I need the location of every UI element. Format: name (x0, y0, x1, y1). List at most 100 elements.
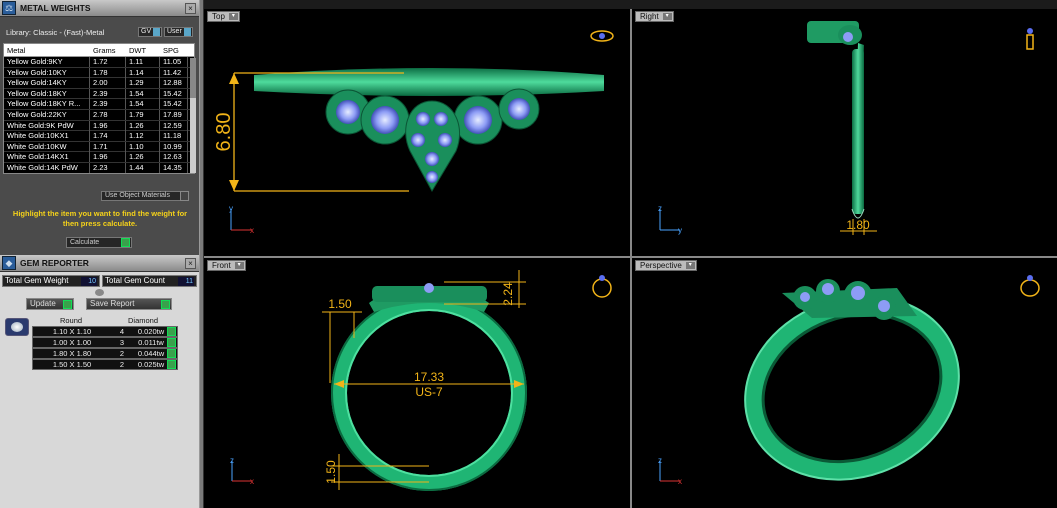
chevron-down-icon[interactable]: ▾ (662, 13, 672, 20)
viewport-front-tab[interactable]: Front ▾ (207, 260, 246, 271)
gem-reporter-titlebar: ◆ GEM REPORTER × (0, 255, 199, 272)
table-cell: White Gold:14KX1 (4, 152, 90, 163)
table-cell: White Gold:9K PdW (4, 120, 90, 131)
gem-row[interactable]: 1.10 X 1.10 4 0.020tw (32, 326, 178, 337)
table-cell: Yellow Gold:22KY (4, 109, 90, 120)
gv-toggle[interactable]: GV (138, 27, 162, 37)
total-gem-weight-label: Total Gem Weight (5, 276, 69, 285)
play-icon[interactable] (167, 327, 176, 336)
table-cell: 12.88 (160, 78, 188, 89)
table-cell: 1.26 (126, 120, 160, 131)
chevron-down-icon[interactable]: ▾ (234, 262, 244, 269)
chevron-down-icon[interactable]: ▾ (228, 13, 238, 20)
type-header: Diamond (127, 316, 158, 325)
table-cell: 1.71 (90, 141, 126, 152)
close-icon[interactable]: × (185, 3, 196, 14)
viewport-label: Right (640, 12, 659, 21)
gem (411, 133, 425, 147)
table-row[interactable]: White Gold:14KX1 1.96 1.26 12.63 (4, 152, 194, 163)
gem-reporter-icon: ◆ (2, 256, 16, 270)
gem-cell: 2 (119, 349, 125, 358)
column-header[interactable]: Grams (90, 44, 126, 57)
dim-width-label: 1.80 (846, 218, 870, 232)
table-cell: Yellow Gold:9KY (4, 57, 90, 67)
viewport-perspective[interactable]: zx Perspective ▾ (632, 258, 1057, 508)
table-header: Metal Grams DWT SPG (4, 44, 194, 57)
total-gem-count-value: 11 (178, 277, 194, 286)
ring-band (254, 68, 604, 96)
viewport-top[interactable]: 6.80 y x Top ▾ (204, 9, 630, 256)
save-report-button[interactable]: Save Report (86, 298, 172, 310)
column-header[interactable]: Metal (4, 44, 90, 57)
total-gem-count: Total Gem Count 11 (102, 275, 197, 287)
viewport-right[interactable]: 1.80 z y Right ▾ (632, 9, 1057, 256)
play-icon[interactable] (167, 349, 176, 358)
gem-row[interactable]: 1.80 X 1.80 2 0.044tw (32, 348, 178, 359)
gem (371, 106, 399, 134)
table-row[interactable]: Yellow Gold:10KY 1.78 1.14 11.42 (4, 67, 194, 79)
table-cell: 11.18 (160, 131, 188, 142)
update-button[interactable]: Update (26, 298, 74, 310)
instruction-text: Highlight the item you want to find the … (12, 209, 188, 228)
metal-weights-table[interactable]: Metal Grams DWT SPG Yellow Gold:9KY 1.72 1.11… (3, 43, 195, 174)
ring-size-label: US-7 (415, 385, 443, 399)
table-scrollbar[interactable] (190, 58, 196, 173)
calculate-label: Calculate (70, 239, 100, 246)
gem (336, 100, 360, 124)
viewport-label: Top (212, 12, 225, 21)
table-cell: 15.42 (160, 88, 188, 99)
viewport-front[interactable]: 17.33 US-7 1.50 2.24 1.50 z x Front ▾ (204, 258, 630, 508)
table-row[interactable]: White Gold:9K PdW 1.96 1.26 12.59 (4, 120, 194, 132)
svg-text:z: z (230, 456, 234, 465)
use-object-materials-button[interactable]: Use Object Materials (101, 191, 188, 201)
gem-cell: 4 (119, 327, 125, 336)
dim-inner-label: 17.33 (414, 370, 444, 384)
gem-row[interactable]: 1.50 X 1.50 2 0.025tw (32, 359, 178, 370)
svg-text:z: z (658, 204, 662, 213)
viewport-top-tab[interactable]: Top ▾ (207, 11, 240, 22)
play-icon (161, 300, 170, 309)
close-icon[interactable]: × (185, 258, 196, 269)
table-row[interactable]: Yellow Gold:9KY 1.72 1.11 11.05 (4, 57, 194, 68)
viewport-splitter-v[interactable] (630, 9, 632, 508)
table-row[interactable]: Yellow Gold:14KY 2.00 1.29 12.88 (4, 78, 194, 89)
table-cell: 2.39 (90, 88, 126, 99)
table-cell: White Gold:14K PdW (4, 162, 90, 173)
table-row[interactable]: Yellow Gold:18KY R... 2.39 1.54 15.42 (4, 99, 194, 110)
table-cell: 11.05 (160, 57, 188, 67)
gem-cell: 1.10 X 1.10 (52, 327, 92, 336)
table-row[interactable]: Yellow Gold:22KY 2.78 1.79 17.89 (4, 109, 194, 121)
viewport-perspective-tab[interactable]: Perspective ▾ (635, 260, 697, 271)
gem-row[interactable]: 1.00 X 1.00 3 0.011tw (32, 337, 178, 348)
table-row[interactable]: White Gold:10KW 1.71 1.10 10.99 (4, 141, 194, 153)
play-icon[interactable] (167, 360, 176, 369)
options-icon[interactable] (180, 191, 189, 201)
dim-top-label: 2.24 (501, 282, 515, 306)
table-cell: 1.78 (90, 67, 126, 78)
user-toggle[interactable]: User (164, 27, 193, 37)
svg-text:y: y (229, 204, 233, 213)
table-row[interactable]: Yellow Gold:18KY 2.39 1.54 15.42 (4, 88, 194, 100)
gem-reporter-title: GEM REPORTER (20, 258, 89, 268)
play-icon[interactable] (167, 338, 176, 347)
chevron-down-icon[interactable]: ▾ (685, 262, 695, 269)
table-cell: 1.12 (126, 131, 160, 142)
column-header[interactable]: SPG (160, 44, 188, 57)
gv-label: GV (141, 28, 152, 35)
table-row[interactable]: White Gold:10KX1 1.74 1.12 11.18 (4, 131, 194, 142)
scrollbar-thumb[interactable] (190, 58, 196, 98)
gem-cell: 0.020tw (137, 327, 165, 336)
metal-weights-titlebar: ⚖ METAL WEIGHTS × (0, 0, 199, 17)
calculate-button[interactable]: Calculate (66, 237, 132, 248)
play-icon (63, 300, 72, 309)
collapse-icon[interactable] (95, 289, 104, 296)
viewport-right-tab[interactable]: Right ▾ (635, 11, 674, 22)
table-cell: 12.59 (160, 120, 188, 131)
table-cell: 1.72 (90, 57, 126, 67)
column-header[interactable]: DWT (126, 44, 160, 57)
total-gem-weight: Total Gem Weight 10 (2, 275, 100, 287)
front-view-canvas: 17.33 US-7 1.50 2.24 1.50 z x (230, 270, 612, 491)
save-report-label: Save Report (90, 299, 135, 308)
table-row[interactable]: White Gold:14K PdW 2.23 1.44 14.35 (4, 162, 194, 173)
table-cell: 11.42 (160, 67, 188, 78)
